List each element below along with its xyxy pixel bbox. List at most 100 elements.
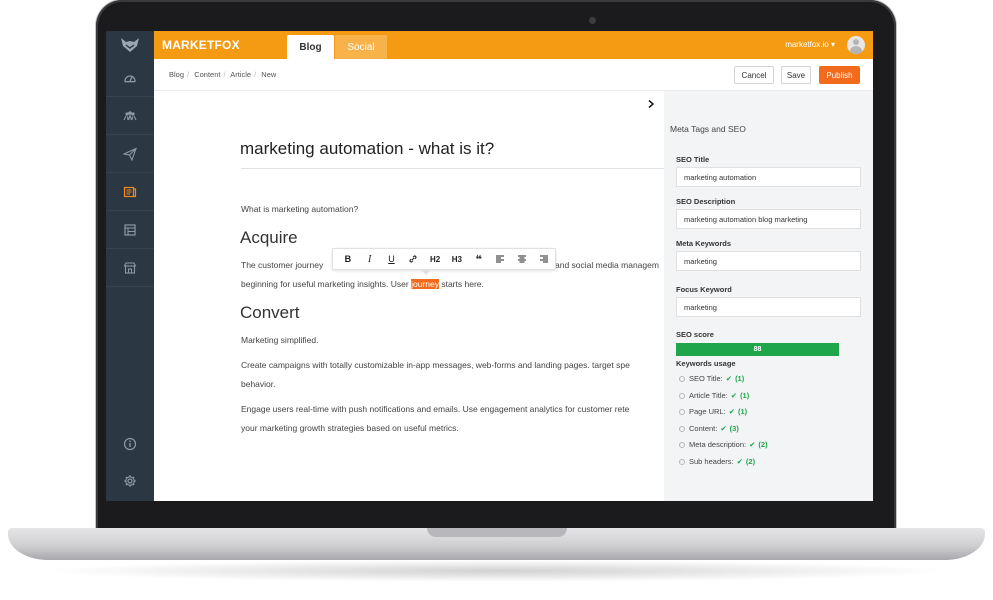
sidebar — [106, 31, 154, 501]
paper-plane-icon — [123, 146, 137, 161]
camera — [589, 17, 596, 24]
action-bar: Blog / Content / Article / New Cancel Save … — [154, 59, 873, 91]
laptop-shadow — [40, 560, 953, 582]
align-center-icon — [518, 255, 527, 263]
shop-icon — [123, 261, 137, 274]
seo-score-label: SEO score — [676, 330, 714, 339]
article-editor[interactable]: marketing automation - what is it? What … — [154, 91, 664, 501]
fox-logo-icon[interactable] — [106, 31, 154, 59]
align-right-button[interactable] — [533, 249, 555, 269]
heading-convert[interactable]: Convert — [240, 303, 300, 323]
sidebar-item-settings[interactable] — [106, 462, 154, 499]
paragraph[interactable]: Create campaigns with totally customizab… — [241, 360, 630, 370]
paragraph-continuation: and social media managem — [555, 260, 659, 270]
paragraph[interactable]: behavior. — [241, 379, 276, 389]
tab-social[interactable]: Social — [335, 35, 387, 59]
format-toolbar-pointer — [421, 270, 431, 275]
sidebar-item-layouts[interactable] — [106, 211, 154, 248]
keyword-usage-item: Article Title: ✔ (1) — [679, 391, 749, 400]
keyword-usage-item: SEO Title: ✔ (1) — [679, 374, 744, 383]
check-icon: ✔ — [725, 374, 733, 383]
paragraph-text: The customer journey — [241, 260, 324, 270]
selected-text[interactable]: journey — [411, 279, 439, 289]
seo-title-label: SEO Title — [676, 155, 710, 164]
check-icon: ✔ — [749, 440, 756, 449]
seo-score-bar: 88 — [676, 343, 839, 356]
title-divider — [241, 168, 664, 169]
paragraph[interactable]: beginning for useful marketing insights.… — [241, 279, 484, 289]
radio-dot-icon — [679, 441, 685, 448]
avatar[interactable] — [847, 36, 865, 54]
content-icon — [123, 186, 137, 197]
heading-acquire[interactable]: Acquire — [240, 228, 298, 248]
seo-title-input[interactable]: marketing automation — [676, 167, 861, 187]
article-title[interactable]: marketing automation - what is it? — [240, 139, 494, 159]
seo-panel-title: Meta Tags and SEO — [670, 124, 746, 134]
breadcrumb-item[interactable]: Blog — [169, 70, 184, 79]
publish-button[interactable]: Publish — [819, 66, 860, 84]
radio-dot-icon — [679, 458, 685, 465]
radio-dot-icon — [679, 425, 685, 432]
quote-button[interactable]: ❝ — [468, 249, 490, 269]
sidebar-item-info[interactable] — [106, 425, 154, 462]
check-icon: ✔ — [730, 391, 738, 400]
paragraph[interactable]: your marketing growth strategies based o… — [241, 423, 459, 433]
format-toolbar: B I U H2 H3 ❝ — [332, 248, 556, 270]
sidebar-item-campaigns[interactable] — [106, 135, 154, 172]
paragraph-text: starts here. — [438, 279, 484, 289]
focus-keyword-label: Focus Keyword — [676, 285, 732, 294]
cancel-button[interactable]: Cancel — [734, 66, 774, 84]
radio-dot-icon — [679, 392, 685, 399]
sidebar-item-dashboard[interactable] — [106, 59, 154, 96]
breadcrumb-item[interactable]: Article — [230, 70, 251, 79]
align-center-button[interactable] — [511, 249, 533, 269]
collapse-panel-chevron-right-icon[interactable] — [646, 99, 658, 111]
breadcrumb: Blog / Content / Article / New — [169, 70, 277, 79]
paragraph[interactable]: What is marketing automation? — [241, 204, 358, 214]
align-right-icon — [540, 255, 549, 263]
save-button[interactable]: Save — [781, 66, 811, 84]
brand-name: MARKETFOX — [162, 38, 240, 52]
top-bar: MARKETFOX Blog Social marketfox.io ▾ — [154, 31, 873, 59]
keyword-usage-item: Meta description: ✔ (2) — [679, 440, 768, 449]
seo-panel: Meta Tags and SEO SEO Title marketing au… — [664, 91, 873, 501]
keyword-usage-item: Sub headers: ✔ (2) — [679, 457, 755, 466]
paragraph-text: beginning for useful marketing insights.… — [241, 279, 412, 289]
keywords-usage-label: Keywords usage — [676, 359, 736, 368]
dashboard-icon — [124, 74, 136, 82]
account-menu[interactable]: marketfox.io ▾ — [785, 40, 835, 49]
keyword-usage-item: Content: ✔ (3) — [679, 424, 739, 433]
seo-description-input[interactable]: marketing automation blog marketing — [676, 209, 861, 229]
app-screen: MARKETFOX Blog Social marketfox.io ▾ Blo… — [106, 31, 873, 501]
italic-button[interactable]: I — [359, 249, 381, 269]
tab-blog[interactable]: Blog — [287, 35, 334, 59]
align-left-icon — [496, 255, 505, 263]
breadcrumb-item: New — [261, 70, 277, 79]
meta-keywords-input[interactable]: marketing — [676, 251, 861, 271]
breadcrumb-item[interactable]: Content — [194, 70, 220, 79]
meta-keywords-label: Meta Keywords — [676, 239, 732, 248]
paragraph[interactable]: Marketing simplified. — [241, 335, 318, 345]
underline-button[interactable]: U — [381, 249, 403, 269]
focus-keyword-input[interactable]: marketing — [676, 297, 861, 317]
laptop-notch — [427, 528, 567, 537]
users-icon — [123, 110, 137, 120]
sidebar-item-audience[interactable] — [106, 97, 154, 134]
keyword-usage-item: Page URL: ✔ (1) — [679, 407, 747, 416]
sidebar-divider — [106, 286, 154, 287]
h3-button[interactable]: H3 — [446, 249, 468, 269]
layout-icon — [124, 223, 136, 236]
bold-button[interactable]: B — [337, 249, 359, 269]
h2-button[interactable]: H2 — [424, 249, 446, 269]
radio-dot-icon — [679, 408, 685, 415]
paragraph[interactable]: The customer journey — [241, 260, 323, 270]
check-icon: ✔ — [720, 424, 727, 433]
link-icon — [409, 255, 417, 263]
paragraph[interactable]: Engage users real-time with push notific… — [241, 404, 629, 414]
sidebar-item-content[interactable] — [106, 173, 154, 210]
gear-icon — [124, 474, 136, 487]
link-button[interactable] — [402, 249, 424, 269]
info-icon — [123, 437, 137, 450]
align-left-button[interactable] — [490, 249, 512, 269]
sidebar-item-store[interactable] — [106, 249, 154, 286]
